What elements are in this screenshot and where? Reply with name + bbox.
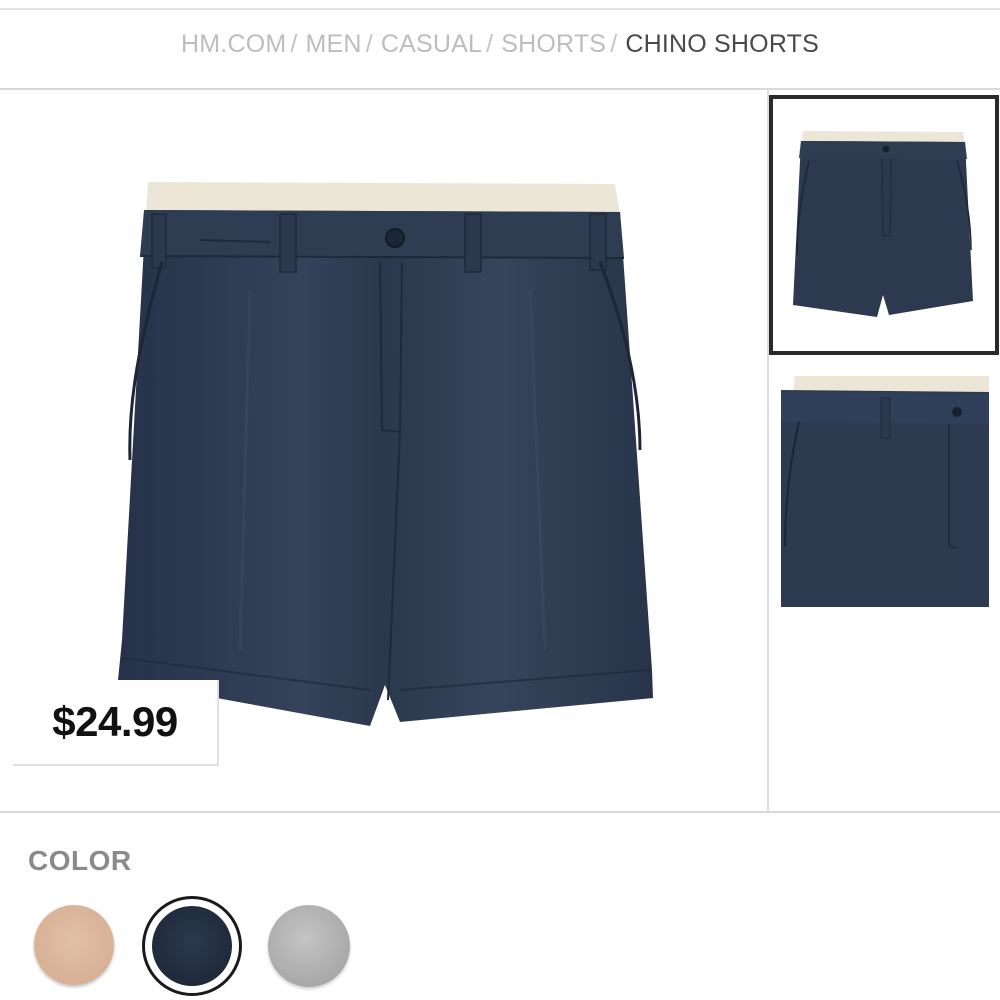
section-divider <box>0 811 1000 813</box>
breadcrumb-link-home[interactable]: HM.COM <box>181 30 286 58</box>
breadcrumb-separator: / <box>290 30 298 58</box>
header-divider <box>0 88 1000 90</box>
thumbnail-closeup[interactable] <box>781 376 989 607</box>
shorts-front-thumbnail-icon <box>793 131 973 317</box>
price-tag: $24.99 <box>13 680 219 766</box>
breadcrumb-current: CHINO SHORTS <box>625 30 819 58</box>
top-divider <box>0 8 1000 10</box>
thumbnail-front[interactable] <box>769 95 999 355</box>
breadcrumb: HM.COM / MEN / CASUAL / SHORTS / CHINO SHORTS <box>0 30 1000 59</box>
color-swatch-beige[interactable] <box>34 905 114 985</box>
breadcrumb-link-men[interactable]: MEN <box>306 30 362 58</box>
breadcrumb-link-shorts[interactable]: SHORTS <box>501 30 606 58</box>
color-swatch-navy-fill <box>152 906 232 986</box>
color-label: COLOR <box>28 845 132 876</box>
breadcrumb-separator: / <box>486 30 494 58</box>
breadcrumb-separator: / <box>365 30 373 58</box>
product-price: $24.99 <box>52 698 178 745</box>
product-main-image[interactable] <box>100 170 675 750</box>
color-swatch-navy[interactable] <box>142 896 242 996</box>
breadcrumb-separator: / <box>610 30 618 58</box>
color-swatch-grey[interactable] <box>268 905 350 987</box>
shorts-closeup-thumbnail-icon <box>781 376 989 607</box>
breadcrumb-link-casual[interactable]: CASUAL <box>381 30 482 58</box>
